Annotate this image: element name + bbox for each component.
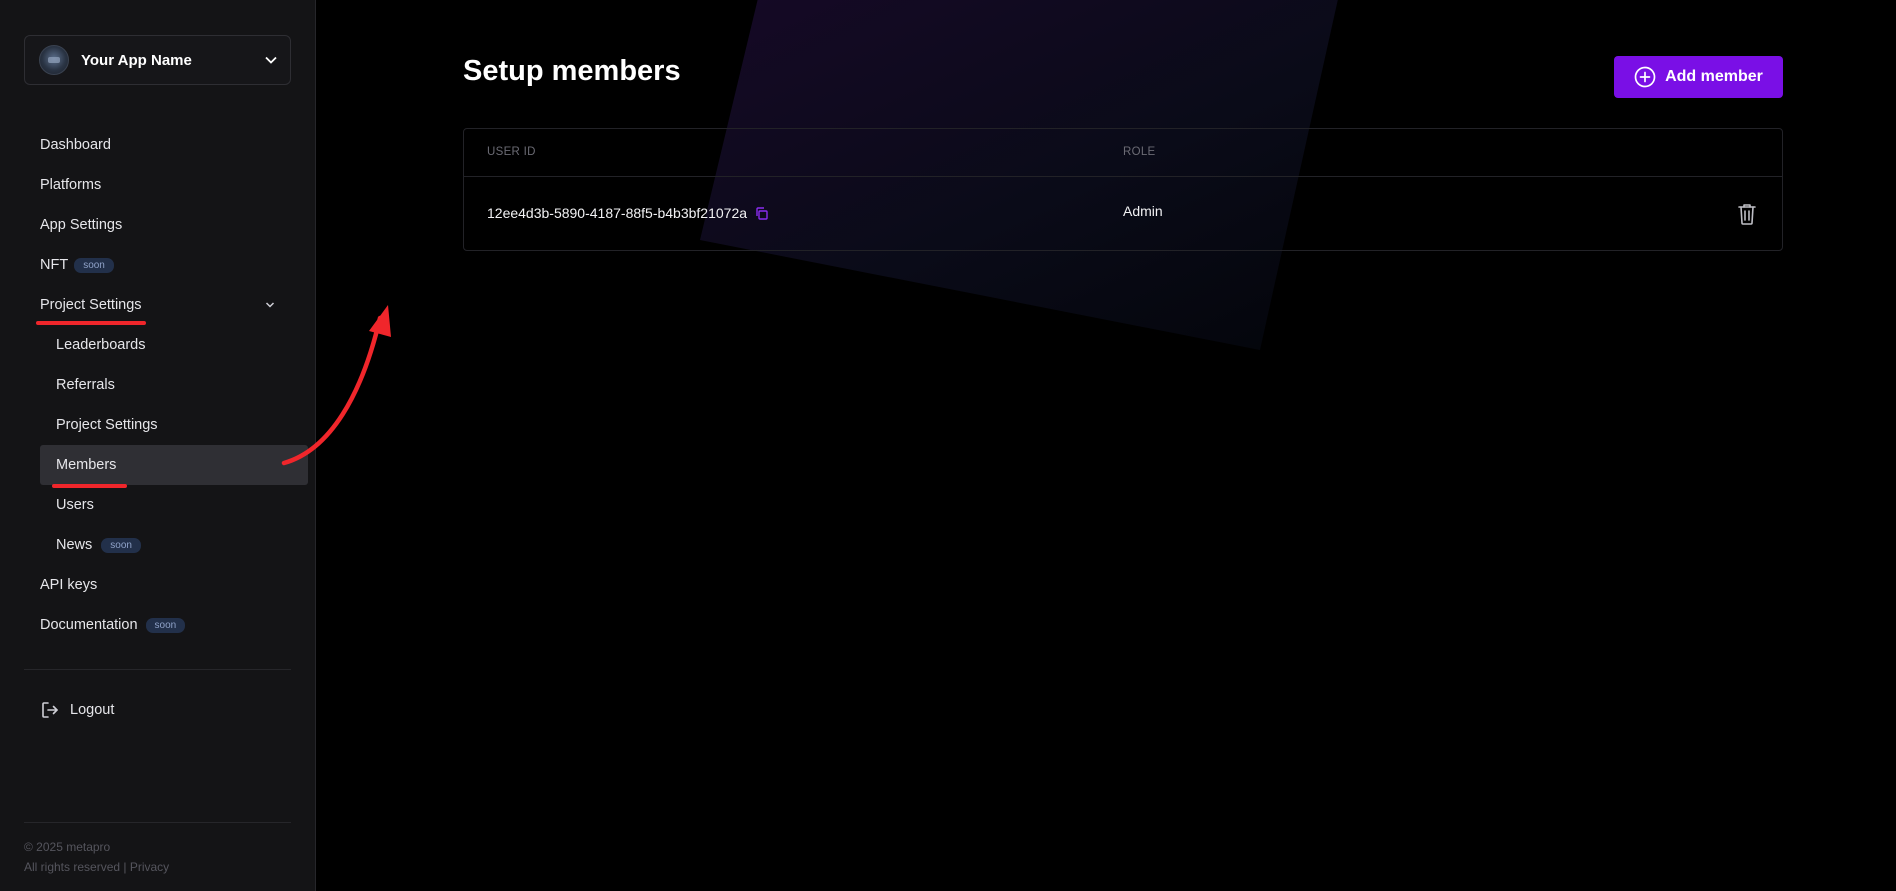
logout-icon — [40, 700, 70, 720]
sidebar-item-label: Platforms — [40, 177, 102, 193]
role-cell: Admin — [1123, 203, 1163, 219]
rights-text: All rights reserved | — [24, 860, 127, 874]
trash-icon[interactable] — [1736, 202, 1758, 226]
chevron-down-icon — [264, 53, 278, 67]
sidebar-item-leaderboards[interactable]: Leaderboards — [56, 325, 146, 365]
sidebar-item-label: App Settings — [40, 217, 123, 233]
sidebar-item-api-keys[interactable]: API keys — [40, 565, 97, 605]
sidebar-item-nft[interactable]: NFT soon — [40, 245, 114, 285]
logout-label: Logout — [70, 702, 115, 718]
table-header: USER ID ROLE — [464, 129, 1782, 177]
sidebar-item-label: Members — [56, 457, 117, 473]
sidebar-item-platforms[interactable]: Platforms — [40, 165, 101, 205]
sidebar-item-members[interactable]: Members — [56, 445, 116, 485]
sidebar: Your App Name Dashboard Platforms App Se… — [0, 0, 316, 891]
column-header-user-id: USER ID — [487, 146, 536, 158]
privacy-link[interactable]: Privacy — [130, 860, 169, 874]
app-switcher[interactable]: Your App Name — [24, 35, 291, 85]
soon-badge: soon — [74, 257, 114, 273]
sidebar-item-label: Leaderboards — [56, 337, 146, 353]
members-table: USER ID ROLE 12ee4d3b-5890-4187-88f5-b4b… — [463, 128, 1783, 251]
copy-icon[interactable] — [754, 206, 769, 221]
sidebar-item-news[interactable]: News soon — [56, 525, 141, 565]
sidebar-item-project-settings-group[interactable]: Project Settings — [40, 285, 276, 325]
sidebar-item-app-settings[interactable]: App Settings — [40, 205, 122, 245]
sidebar-item-label: Project Settings — [56, 417, 158, 433]
annotation-arrow — [281, 305, 391, 466]
plus-circle-icon — [1634, 66, 1665, 88]
copyright-text: © 2025 metapro — [24, 840, 111, 854]
logout-button[interactable]: Logout — [40, 690, 114, 730]
sidebar-item-label: Dashboard — [40, 137, 111, 153]
user-id-cell: 12ee4d3b-5890-4187-88f5-b4b3bf21072a — [487, 205, 769, 221]
divider — [24, 822, 291, 823]
sidebar-item-project-settings[interactable]: Project Settings — [56, 405, 158, 445]
user-id-value: 12ee4d3b-5890-4187-88f5-b4b3bf21072a — [487, 205, 748, 221]
sidebar-item-referrals[interactable]: Referrals — [56, 365, 115, 405]
soon-badge: soon — [145, 617, 186, 633]
divider — [24, 669, 291, 670]
column-header-role: ROLE — [1123, 146, 1156, 158]
add-member-button[interactable]: Add member — [1614, 56, 1783, 98]
sidebar-item-users[interactable]: Users — [56, 485, 94, 525]
soon-badge: soon — [101, 537, 141, 553]
sidebar-item-label: NFT — [40, 257, 69, 273]
annotation-underline — [52, 484, 127, 488]
sidebar-item-dashboard[interactable]: Dashboard — [40, 125, 111, 165]
annotation-underline — [36, 321, 146, 325]
sidebar-item-label: News — [56, 537, 93, 553]
footer-rights: All rights reserved | Privacy — [24, 860, 169, 874]
sidebar-item-label: Users — [56, 497, 94, 513]
sidebar-item-documentation[interactable]: Documentation soon — [40, 605, 186, 645]
app-name: Your App Name — [81, 51, 192, 69]
sidebar-item-label: Documentation — [40, 617, 138, 633]
sidebar-item-label: API keys — [40, 577, 98, 593]
add-member-label: Add member — [1665, 68, 1763, 85]
sidebar-item-label: Project Settings — [40, 297, 142, 313]
sidebar-item-label: Referrals — [56, 377, 115, 393]
page-title: Setup members — [463, 55, 681, 87]
app-logo — [39, 45, 69, 75]
